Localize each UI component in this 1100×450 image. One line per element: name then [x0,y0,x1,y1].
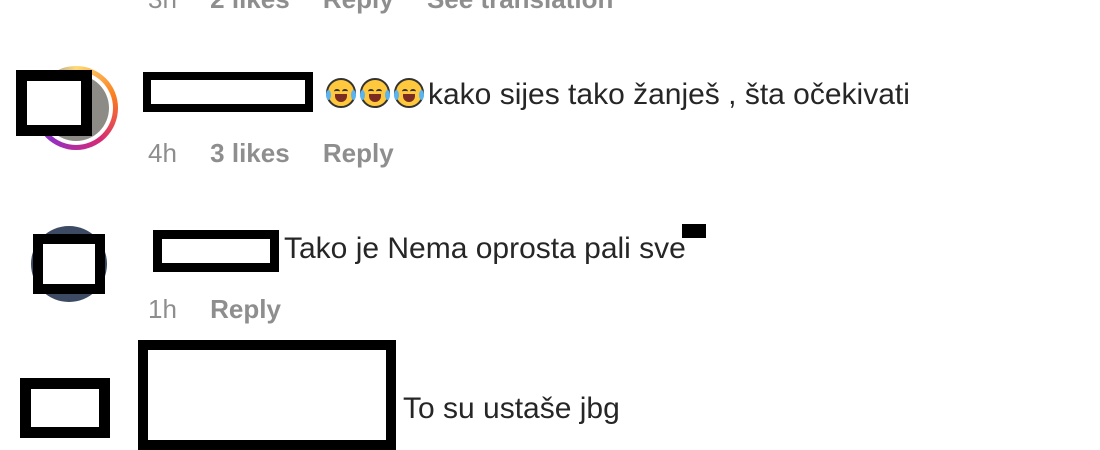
avatar-redaction[interactable] [20,378,110,438]
redaction-box [16,70,92,136]
comment-text: kako sijes tako žanješ , šta očekivati [428,78,910,111]
comment-time: 1h [148,294,177,324]
reply-button[interactable]: Reply [210,294,281,324]
comment-time: 4h [148,138,177,168]
comment-time: 3h [148,0,177,14]
comment-meta: 4h 3 likes Reply [148,138,420,169]
reply-button[interactable]: Reply [323,138,394,168]
laughing-tears-emoji-icon [360,78,390,108]
username-redaction [143,72,313,112]
comment-text-row: kako sijes tako žanješ , šta očekivati [326,78,910,112]
comment-meta: 1h Reply [148,294,307,325]
username-redaction [153,230,279,272]
comment-text: Tako je Nema oprosta pali sve [284,232,686,265]
laughing-tears-emoji-icon [326,78,356,108]
redaction-box [33,234,105,294]
reply-button[interactable]: Reply [323,0,394,14]
comment-text: To su ustaše jbg [403,392,620,425]
small-redaction [682,224,706,238]
see-translation-link[interactable]: See translation [427,0,613,14]
previous-comment-meta: 3h 2 likes Reply See translation [148,0,639,15]
likes-count[interactable]: 3 likes [210,138,290,168]
laughing-tears-emoji-icon [394,78,424,108]
likes-count[interactable]: 2 likes [210,0,290,14]
username-redaction [138,340,396,450]
